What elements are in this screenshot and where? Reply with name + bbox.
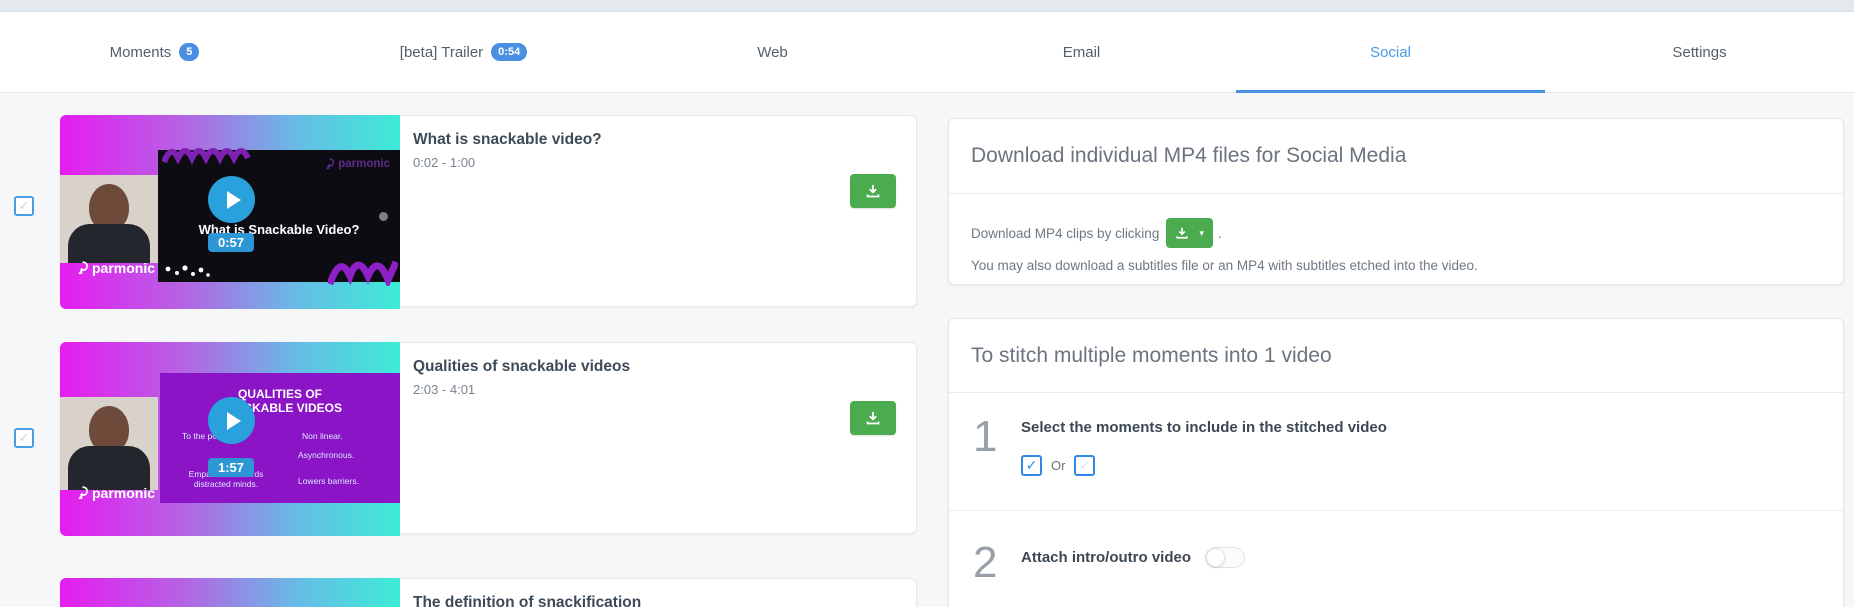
flamingo-icon (326, 158, 335, 170)
moment-title: The definition of snackification (413, 594, 642, 607)
play-button[interactable] (208, 176, 255, 223)
speaker-shoulders (68, 224, 150, 263)
parmonic-logo: parmonic (324, 158, 390, 170)
slide-heading: QUALITIES OF SNACKABLE VIDEOS (217, 387, 342, 415)
moment-card-1: parmonic What is Snackable Video? parmon… (60, 115, 917, 309)
slide-bullet: Non linear. (302, 431, 343, 441)
moment-time-range: 2:03 - 4:01 (413, 382, 476, 397)
stitch-panel-title: To stitch multiple moments into 1 video (949, 319, 1843, 393)
download-panel-body: Download MP4 clips by clicking ▾ . You m… (949, 194, 1843, 273)
moment-1-checkbox[interactable]: ✓ (14, 196, 34, 216)
tab-social[interactable]: Social (1236, 12, 1545, 93)
play-button[interactable] (208, 397, 255, 444)
tab-label: Moments (109, 43, 172, 61)
tab-email[interactable]: Email (927, 12, 1236, 92)
webcam-overlay (60, 175, 158, 263)
dots-decoration (165, 265, 210, 277)
play-icon (226, 411, 241, 430)
slide-frame: QUALITIES OF SNACKABLE VIDEOS To the poi… (160, 373, 400, 503)
duration-badge: 1:57 (208, 458, 255, 477)
video-frame: parmonic What is Snackable Video? (158, 148, 400, 286)
tab-label: Web (757, 43, 788, 61)
download-icon (866, 185, 880, 198)
progress-dot (379, 212, 388, 221)
download-split-button[interactable]: ▾ (1166, 218, 1213, 248)
webcam-overlay (60, 397, 158, 490)
download-panel: Download individual MP4 files for Social… (948, 118, 1844, 285)
tab-settings[interactable]: Settings (1545, 12, 1854, 92)
download-panel-title: Download individual MP4 files for Social… (949, 119, 1843, 194)
check-icon: ✓ (1025, 457, 1038, 473)
moment-time-range: 0:02 - 1:00 (413, 155, 476, 170)
intro-outro-toggle[interactable] (1205, 547, 1245, 568)
select-individual-checkbox[interactable]: ✓ (1074, 455, 1096, 476)
select-mode-row: ✓ Or ✓ (1021, 455, 1096, 476)
moment-3-thumbnail[interactable] (60, 578, 400, 607)
parmonic-logo: parmonic (76, 260, 155, 276)
moment-2-thumbnail[interactable]: QUALITIES OF SNACKABLE VIDEOS To the poi… (60, 342, 400, 536)
trailer-duration-badge: 0:54 (491, 43, 528, 61)
moments-count-badge: 5 (179, 43, 200, 61)
download-mp4-button[interactable] (850, 174, 896, 208)
caret-down-icon[interactable]: ▾ (1199, 228, 1204, 238)
subtitles-note-text: You may also download a subtitles file o… (971, 258, 1478, 273)
stitch-step-1: 1 Select the moments to include in the s… (949, 393, 1843, 511)
download-icon (1176, 227, 1188, 239)
duration-badge: 0:57 (208, 233, 255, 252)
step-1-instruction: Select the moments to include in the sti… (1021, 419, 1387, 436)
moment-2-checkbox[interactable]: ✓ (14, 428, 34, 448)
speaker-shoulders (68, 446, 150, 490)
moment-title: Qualities of snackable videos (413, 358, 631, 375)
tab-moments[interactable]: Moments 5 (0, 12, 309, 92)
moment-card-2: QUALITIES OF SNACKABLE VIDEOS To the poi… (60, 342, 917, 536)
wave-decoration (328, 260, 398, 286)
check-icon: ✓ (18, 430, 30, 445)
select-all-checkbox[interactable]: ✓ (1021, 455, 1042, 476)
moment-title: What is snackable video? (413, 131, 602, 148)
tab-label: Settings (1672, 43, 1727, 61)
download-mp4-button[interactable] (850, 401, 896, 435)
tab-web[interactable]: Web (618, 12, 927, 92)
flamingo-icon (78, 486, 88, 500)
moment-1-thumbnail[interactable]: parmonic What is Snackable Video? parmon… (60, 115, 400, 309)
check-icon: ✓ (1079, 457, 1091, 473)
sentence-period: . (1217, 225, 1222, 241)
or-label: Or (1051, 458, 1066, 473)
slide-bullet: Lowers barriers. (298, 476, 359, 486)
flamingo-icon (78, 261, 88, 275)
social-tab-page: Moments 5 [beta] Trailer 0:54 Web Email … (0, 0, 1854, 607)
download-icon (866, 412, 880, 425)
toggle-knob (1206, 548, 1225, 567)
check-icon: ✓ (18, 198, 30, 213)
step-number: 2 (973, 538, 998, 587)
squiggle-decoration (162, 148, 251, 165)
tab-trailer[interactable]: [beta] Trailer 0:54 (309, 12, 618, 92)
tab-label: Social (1370, 43, 1411, 61)
stitch-step-2: 2 Attach intro/outro video (949, 511, 1843, 607)
moment-card-3: The definition of snackification 6:54 - … (60, 578, 917, 607)
download-instruction-text: Download MP4 clips by clicking (971, 225, 1160, 241)
step-2-instruction: Attach intro/outro video (1021, 549, 1191, 566)
tab-label: Email (1062, 43, 1101, 61)
parmonic-logo: parmonic (76, 485, 155, 501)
tab-label: [beta] Trailer (399, 43, 484, 61)
tab-bar: Moments 5 [beta] Trailer 0:54 Web Email … (0, 12, 1854, 93)
stitch-panel: To stitch multiple moments into 1 video … (948, 318, 1844, 607)
slide-bullet: Asynchronous. (298, 450, 355, 460)
play-icon (226, 190, 241, 209)
step-number: 1 (973, 412, 998, 461)
window-top-strip (0, 0, 1854, 12)
video-title-overlay: What is Snackable Video? (198, 222, 360, 237)
